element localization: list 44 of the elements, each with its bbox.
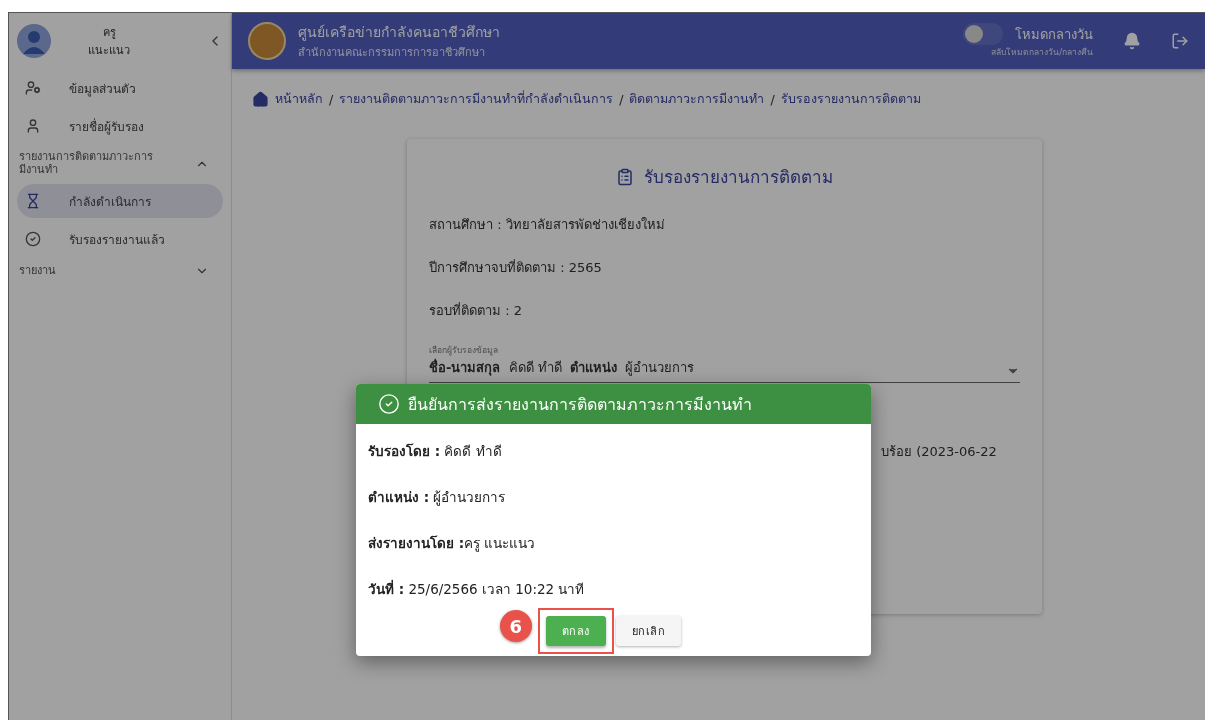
dialog-text: ตำแหน่ง : ผู้อำนวยการ <box>367 488 507 508</box>
mode-hint: สลับโหมดกลางวัน/กลางคืน <box>991 46 1093 59</box>
sidebar-group[interactable]: รายงานการติดตามภาวะการมีงานทำ <box>9 145 231 183</box>
breadcrumb-link[interactable]: รับรองรายงานการติดตาม <box>780 89 921 109</box>
header-title: ศูนย์เครือข่ายกำลังคนอาชีวศึกษา <box>298 23 501 43</box>
card-title: รับรองรายงานการติดตาม <box>644 166 833 189</box>
person-icon <box>25 118 41 134</box>
clipboard-icon <box>616 167 634 186</box>
sidebar-item[interactable]: กำลังดำเนินการ <box>17 184 223 219</box>
dialog-text: วันที่ : 25/6/2566 เวลา 10:22 นาที <box>367 579 586 599</box>
info-text: รอบที่ติดตาม : 2 <box>429 301 523 320</box>
logout-button[interactable] <box>1171 32 1189 50</box>
breadcrumb-separator: / <box>619 91 624 107</box>
dialog-text: รับรองโดย : คิดดี ทำดี <box>367 442 503 461</box>
mode-label: โหมดกลางวัน <box>1015 25 1093 44</box>
notifications-button[interactable] <box>1123 32 1141 50</box>
avatar <box>17 24 51 58</box>
breadcrumb-separator: / <box>770 91 775 107</box>
check-circle-icon <box>25 231 41 248</box>
dialog-text: ส่งรายงานโดย :ครู แนะแนว <box>367 534 537 554</box>
breadcrumb-separator: / <box>329 91 334 107</box>
info-text: สถานศึกษา : วิทยาลัยสารพัดช่างเชียงใหม่ <box>429 216 666 234</box>
step-number: 6 <box>499 610 532 642</box>
user-first-name: ครู <box>102 25 116 41</box>
hourglass-icon <box>25 193 41 210</box>
approver-select[interactable]: เลือกผู้รับรองข้อมูล ชื่อ-นามสกุล คิดดี ทำดี ตำแหน่ง ผู้อำนวยการ <box>429 343 1020 383</box>
dialog-title: ยืนยันการส่งรายงานการติดตามภาวะการมีงานทำ <box>408 393 752 416</box>
sidebar-group[interactable]: รายงาน <box>9 258 231 285</box>
sidebar-item[interactable]: ข้อมูลส่วนตัว <box>17 71 223 105</box>
status-text: บร้อย (2023-06-22 <box>881 443 997 461</box>
user-gear-icon <box>25 80 41 96</box>
user-last-name: แนะแนว <box>88 43 130 59</box>
cancel-button[interactable]: ยกเลิก <box>615 616 682 646</box>
info-text: ปีการศึกษาจบที่ติดตาม : 2565 <box>429 258 603 277</box>
sidebar-item[interactable]: รายชื่อผู้รับรอง <box>17 109 223 143</box>
ok-button[interactable]: ตกลง <box>545 616 606 646</box>
header-subtitle: สำนักงานคณะกรรมการการอาชีวศึกษา <box>298 45 486 61</box>
breadcrumb-link[interactable]: รายงานติดตามภาวะการมีงานทำที่กำลังดำเนินการ <box>339 89 614 109</box>
breadcrumb-link[interactable]: หน้าหลัก <box>275 89 323 109</box>
breadcrumb-link[interactable]: ติดตามภาวะการมีงานทำ <box>629 89 765 109</box>
check-circle-icon <box>378 393 400 415</box>
logo-icon <box>248 22 286 60</box>
home-icon <box>252 90 269 108</box>
sidebar-item[interactable]: รับรองรายงานแล้ว <box>17 222 223 257</box>
